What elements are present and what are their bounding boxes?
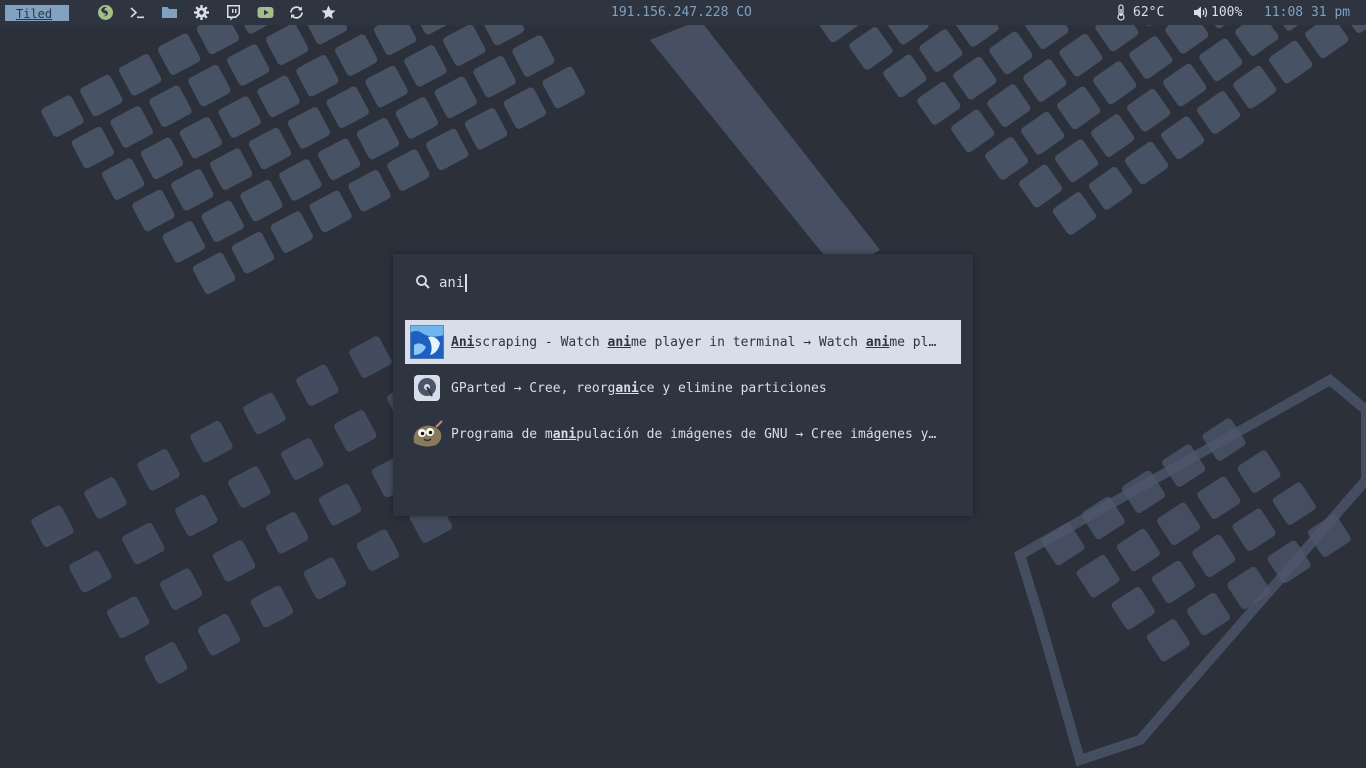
layout-indicator[interactable]: Tiled (5, 5, 69, 21)
result-text: ce y elimine particiones (638, 380, 827, 396)
search-query: ani (439, 275, 465, 291)
match-highlight: ani (552, 426, 577, 442)
refresh-icon[interactable] (288, 4, 305, 21)
clock[interactable]: 11:08 31 pm (1264, 4, 1350, 21)
match-highlight: ani (865, 334, 890, 350)
text-caret (465, 274, 468, 292)
volume-value: 100% (1211, 5, 1243, 20)
result-text: scraping - Watch (474, 334, 608, 350)
result-text: pulación de imágenes de GNU → Cree imáge… (576, 426, 937, 442)
temperature-widget: 62°C (1116, 4, 1164, 21)
search-input[interactable]: ani (439, 272, 939, 294)
launcher-result[interactable]: GParted → Cree, reorganice y elimine par… (405, 366, 961, 410)
result-text: GParted → Cree, reorg (451, 380, 616, 396)
volume-widget[interactable]: 100% (1193, 4, 1242, 21)
twitch-icon[interactable] (225, 4, 242, 21)
gear-icon[interactable] (193, 4, 210, 21)
result-label: Aniscraping - Watch anime player in term… (451, 335, 961, 350)
temperature-value: 62°C (1133, 5, 1165, 20)
ip-address: 191.156.247.228 CO (611, 5, 752, 20)
top-bar: Tiled 191.156.247.228 CO 62°C 100% 11:08… (0, 0, 1366, 25)
result-text: Programa de m (451, 426, 553, 442)
match-highlight: Ani (451, 334, 475, 350)
folder-icon[interactable] (161, 4, 178, 21)
result-text: me pl… (889, 334, 937, 350)
result-text: me player in terminal → Watch (631, 334, 866, 350)
terminal-icon[interactable] (129, 4, 146, 21)
search-icon (416, 275, 430, 289)
match-highlight: ani (615, 380, 639, 396)
app-launcher: ani Aniscraping - Watch anime player in … (393, 254, 973, 516)
result-label: GParted → Cree, reorganice y elimine par… (451, 381, 961, 396)
launcher-result[interactable]: Programa de manipulación de imágenes de … (405, 412, 961, 456)
thermometer-icon (1117, 4, 1125, 21)
star-icon[interactable] (320, 4, 337, 21)
gimp-icon (413, 420, 443, 447)
launcher-result[interactable]: Aniscraping - Watch anime player in term… (405, 320, 961, 364)
youtube-icon[interactable] (257, 4, 274, 21)
result-label: Programa de manipulación de imágenes de … (451, 427, 961, 442)
aniscraping-icon (410, 325, 444, 359)
firefox-icon[interactable] (97, 4, 114, 21)
gparted-icon (414, 375, 440, 401)
volume-icon (1194, 6, 1208, 19)
match-highlight: ani (607, 334, 632, 350)
